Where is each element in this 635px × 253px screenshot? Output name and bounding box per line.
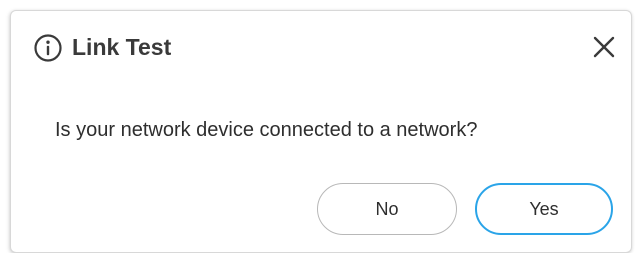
no-button[interactable]: No — [317, 183, 457, 235]
yes-button[interactable]: Yes — [475, 183, 613, 235]
close-icon — [593, 36, 615, 58]
no-button-label: No — [375, 198, 399, 219]
link-test-dialog: Link Test Is your network device connect… — [10, 10, 632, 253]
dialog-header: Link Test — [11, 11, 631, 85]
close-button[interactable] — [589, 32, 619, 62]
dialog-message: Is your network device connected to a ne… — [55, 119, 478, 141]
yes-button-label: Yes — [529, 198, 559, 219]
info-circle-icon — [34, 34, 62, 62]
dialog-title: Link Test — [72, 34, 172, 60]
